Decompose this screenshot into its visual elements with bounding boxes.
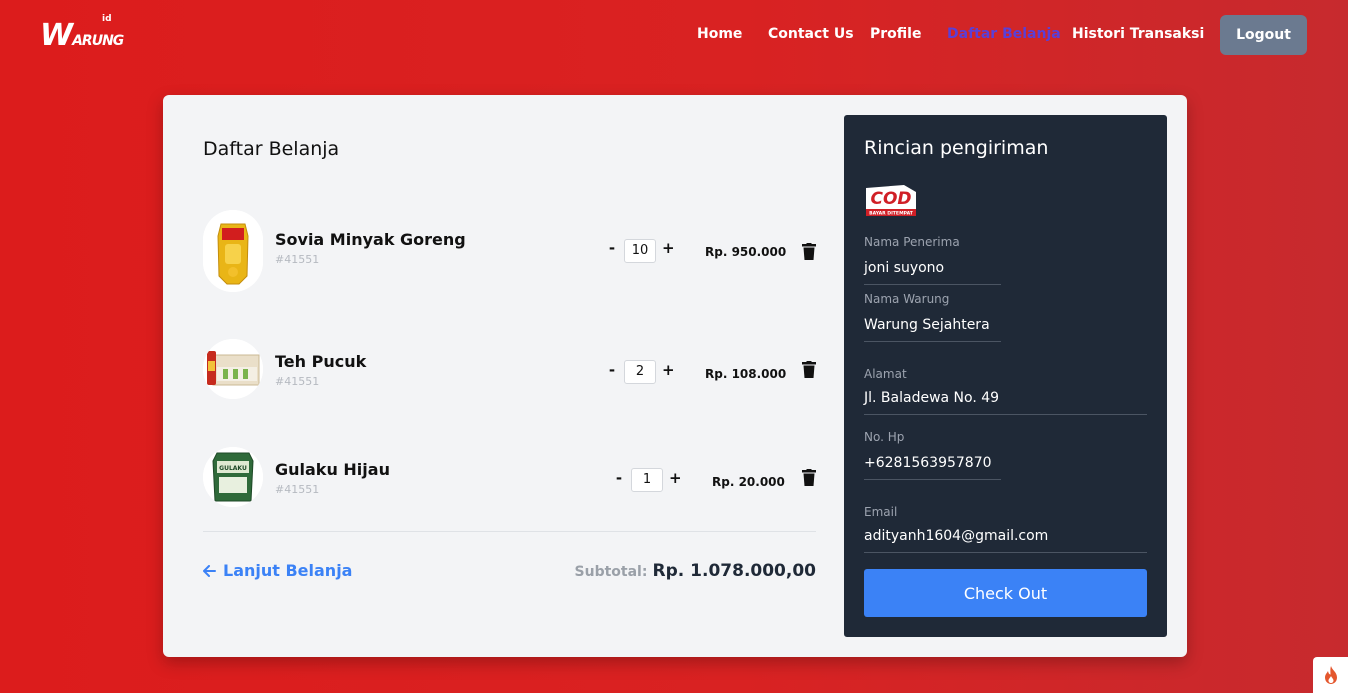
logo-id: id [102,14,112,24]
flame-icon[interactable] [1313,657,1348,693]
svg-text:BAYAR DITEMPAT: BAYAR DITEMPAT [869,211,914,217]
svg-text:GULAKU: GULAKU [219,465,247,472]
subtotal: Subtotal: Rp. 1.078.000,00 [575,561,816,581]
nav-histori-transaksi[interactable]: Histori Transaksi [1072,26,1204,42]
phone-field[interactable]: +6281563957870 [864,455,1001,480]
shipping-title: Rincian pengiriman [864,137,1049,159]
item-code: #41551 [275,253,320,266]
product-image: GULAKU [203,447,263,507]
product-image [203,339,263,399]
warung-name-field[interactable]: Warung Sejahtera [864,317,1001,342]
nav-profile[interactable]: Profile [870,26,921,42]
continue-shopping-label: Lanjut Belanja [223,561,353,580]
item-code: #41551 [275,375,320,388]
item-price: Rp. 108.000 [705,367,787,381]
qty-increase-button[interactable]: + [662,361,675,379]
divider [203,531,816,532]
nav-daftar-belanja[interactable]: Daftar Belanja [947,26,1061,42]
qty-increase-button[interactable]: + [669,469,682,487]
shipping-panel: Rincian pengiriman COD BAYAR DITEMPAT Na… [844,115,1167,637]
qty-decrease-button[interactable]: - [613,469,625,487]
svg-text:COD: COD [870,189,911,209]
nav-home[interactable]: Home [697,26,742,42]
item-name: Teh Pucuk [275,352,367,371]
email-label: Email [864,505,898,519]
cart-card: Daftar Belanja Sovia Minyak Goreng #4155… [163,95,1187,657]
item-code: #41551 [275,483,320,496]
phone-label: No. Hp [864,430,905,444]
qty-input[interactable]: 1 [631,468,663,492]
logout-button[interactable]: Logout [1220,15,1307,55]
trash-icon[interactable] [802,469,816,486]
item-price: Rp. 20.000 [712,475,785,489]
warung-logo[interactable]: WARUNG id [40,12,124,53]
qty-decrease-button[interactable]: - [606,361,618,379]
trash-icon[interactable] [802,361,816,378]
warung-name-label: Nama Warung [864,292,950,306]
qty-decrease-button[interactable]: - [606,239,618,257]
recipient-name-label: Nama Penerima [864,235,960,249]
item-name: Gulaku Hijau [275,460,390,479]
item-price: Rp. 950.000 [705,245,787,259]
continue-shopping-link[interactable]: Lanjut Belanja [203,561,352,580]
cart-item: GULAKU Gulaku Hijau #41551 - 1 + Rp. 20.… [203,447,818,529]
subtotal-label: Subtotal: [574,564,648,580]
cart-item: Teh Pucuk #41551 - 2 + Rp. 108.000 [203,339,818,421]
checkout-button[interactable]: Check Out [864,569,1147,617]
item-name: Sovia Minyak Goreng [275,230,466,249]
qty-increase-button[interactable]: + [662,239,675,257]
cart-title: Daftar Belanja [203,138,340,160]
qty-input[interactable]: 2 [624,360,656,384]
product-image [203,210,263,292]
qty-input[interactable]: 10 [624,239,656,263]
arrow-left-icon [203,564,216,577]
email-field[interactable]: adityanh1604@gmail.com [864,528,1147,553]
address-field[interactable]: Jl. Baladewa No. 49 [864,390,1147,415]
recipient-name-field[interactable]: joni suyono [864,260,1001,285]
address-label: Alamat [864,367,907,381]
trash-icon[interactable] [802,243,816,260]
cod-logo: COD BAYAR DITEMPAT [866,185,916,217]
cart-item: Sovia Minyak Goreng #41551 - 10 + Rp. 95… [203,210,818,292]
nav-contact-us[interactable]: Contact Us [768,26,854,42]
navbar: WARUNG id Home Contact Us Profile Daftar… [0,0,1348,70]
subtotal-value: Rp. 1.078.000,00 [652,561,816,581]
